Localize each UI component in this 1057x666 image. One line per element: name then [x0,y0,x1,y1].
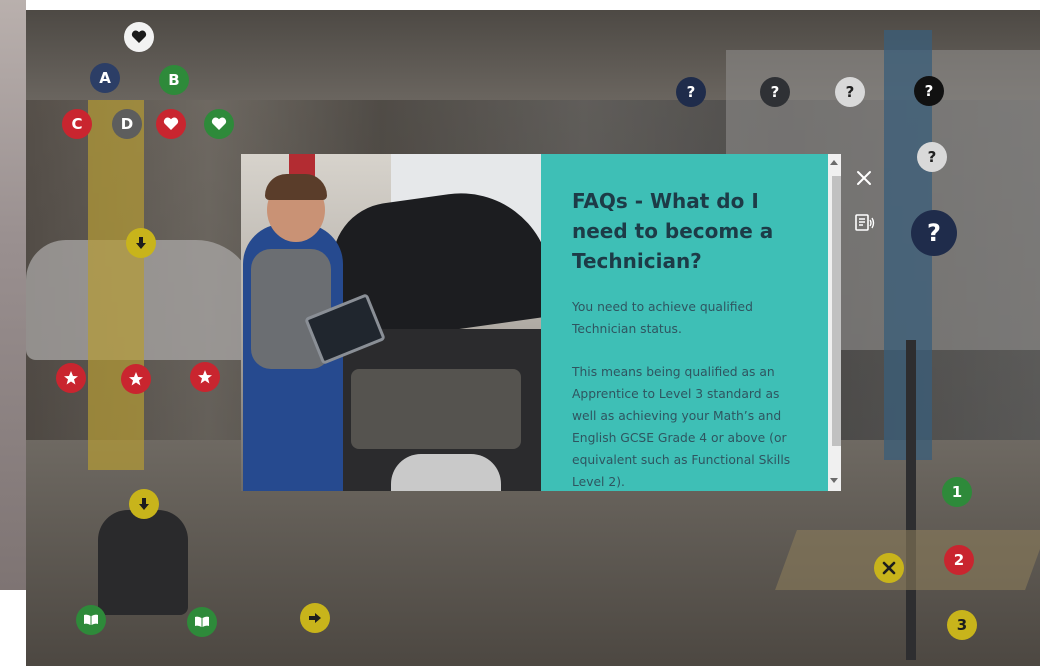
book-icon [195,616,209,627]
close-icon [857,171,871,185]
hotspot-star-1[interactable] [56,363,86,393]
heart-icon [211,117,227,130]
scroll-down-arrow[interactable] [830,478,838,483]
hotspot-number-label: 3 [956,616,968,634]
hotspot-number-label: 2 [953,551,965,569]
hotspot-number-label: 1 [951,483,963,501]
hotspot-arrow-down-upper[interactable] [126,228,156,258]
hotspot-question-navy[interactable]: ? [676,77,706,107]
hotspot-heart-green[interactable] [204,109,234,139]
technician-photo [241,154,541,491]
question-icon: ? [770,83,780,101]
hotspot-question-dark[interactable]: ? [760,77,790,107]
hotspot-number-2[interactable]: 2 [944,545,974,575]
photo-headlight [391,454,501,491]
arrow-right-icon [309,613,321,623]
heart-icon [131,30,147,43]
hotspot-letter-label: D [120,115,134,133]
hotspot-book-1[interactable] [76,605,106,635]
read-aloud-icon [855,214,875,231]
scroll-up-arrow[interactable] [830,160,838,165]
question-icon: ? [927,219,941,247]
hotspot-letter-label: A [99,69,111,87]
faq-modal: FAQs - What do I need to become a Techni… [241,154,841,491]
backpack [98,510,188,615]
hotspot-book-2[interactable] [187,607,217,637]
hotspot-letter-d[interactable]: D [112,109,142,139]
hotspot-letter-label: C [71,115,83,133]
yellow-lift-pillar [88,100,144,470]
question-icon: ? [927,148,937,166]
arrow-down-icon [136,237,146,249]
hotspot-heart-red[interactable] [156,109,186,139]
question-icon: ? [686,83,696,101]
modal-paragraph: This means being qualified as an Apprent… [572,365,791,489]
tool-stand [906,340,916,660]
star-icon [64,371,78,385]
question-icon: ? [845,83,855,101]
left-page-edge [0,0,26,590]
book-icon [84,614,98,625]
modal-title: FAQs - What do I need to become a Techni… [572,189,774,273]
hotspot-star-3[interactable] [190,362,220,392]
modal-content: FAQs - What do I need to become a Techni… [541,154,828,491]
workbench [775,530,1040,590]
modal-close-button[interactable] [851,165,877,191]
modal-paragraph: You need to achieve qualified Technician… [572,300,753,336]
hotspot-arrow-down-lower[interactable] [129,489,159,519]
star-icon [198,370,212,384]
hotspot-number-1[interactable]: 1 [942,477,972,507]
cross-icon [882,561,896,575]
hotspot-letter-label: B [168,71,180,89]
hotspot-question-light[interactable]: ? [835,77,865,107]
hotspot-letter-b[interactable]: B [159,65,189,95]
hotspot-question-black[interactable]: ? [914,76,944,106]
heart-icon [163,117,179,130]
hotspot-number-3[interactable]: 3 [947,610,977,640]
read-aloud-button[interactable] [853,212,877,234]
hotspot-arrow-right[interactable] [300,603,330,633]
hotspot-letter-c[interactable]: C [62,109,92,139]
hotspot-question-small[interactable]: ? [917,142,947,172]
arrow-down-icon [139,498,149,510]
hotspot-star-2[interactable] [121,364,151,394]
scrollbar-thumb[interactable] [832,176,841,446]
hotspot-cross[interactable] [874,553,904,583]
question-icon: ? [924,82,934,100]
hotspot-heart-white[interactable] [124,22,154,52]
hotspot-question-large[interactable]: ? [911,210,957,256]
photo-engine [351,369,521,449]
photo-technician-hair [265,174,327,200]
hotspot-letter-a[interactable]: A [90,63,120,93]
star-icon [129,372,143,386]
